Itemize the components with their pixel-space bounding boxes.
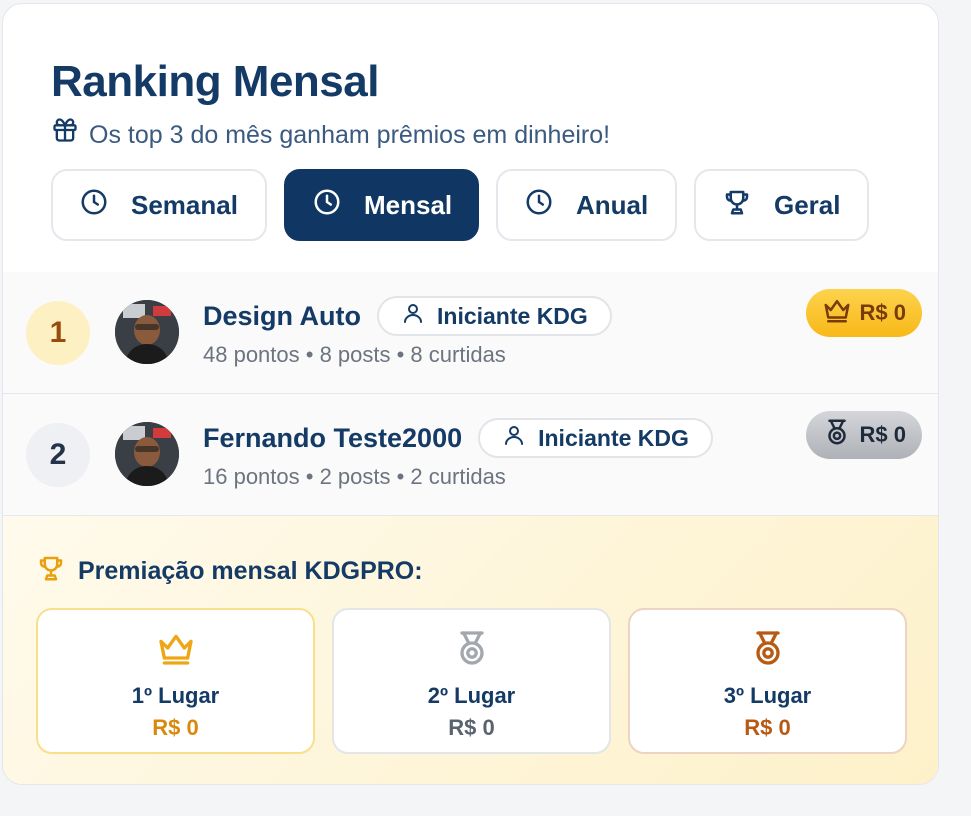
ranking-header: Ranking Mensal Os top 3 do mês ganham pr… <box>3 4 938 274</box>
tab-anual[interactable]: Anual <box>496 169 677 241</box>
level-label: Iniciante KDG <box>437 302 588 329</box>
user-stats: 16 pontos • 2 posts • 2 curtidas <box>203 464 506 489</box>
award-cards: 1º Lugar R$ 0 2º Lugar R$ 0 3º Lugar R$ … <box>36 608 938 754</box>
level-badge: Iniciante KDG <box>478 418 713 458</box>
user-name[interactable]: Fernando Teste2000 <box>203 423 462 454</box>
avatar[interactable] <box>115 422 179 486</box>
tab-label: Geral <box>774 189 841 220</box>
clock-icon <box>524 187 554 224</box>
tab-geral[interactable]: Geral <box>694 169 869 241</box>
award-second-place: 2º Lugar R$ 0 <box>332 608 611 754</box>
award-value: R$ 0 <box>448 715 495 740</box>
award-value: R$ 0 <box>152 715 199 740</box>
award-place: 2º Lugar <box>427 683 516 708</box>
avatar[interactable] <box>115 300 179 364</box>
prize-badge: R$ 0 <box>805 411 922 459</box>
medal-icon <box>452 628 492 673</box>
tab-label: Mensal <box>364 189 453 220</box>
name-line: Fernando Teste2000 Iniciante KDG <box>203 418 713 458</box>
tab-mensal[interactable]: Mensal <box>284 169 479 241</box>
awards-title: Premiação mensal KDGPRO: <box>36 553 938 590</box>
user-stats: 48 pontos • 8 posts • 8 curtidas <box>203 342 506 367</box>
trophy-icon <box>722 187 752 224</box>
award-first-place: 1º Lugar R$ 0 <box>36 608 315 754</box>
crown-icon <box>156 628 196 673</box>
clock-icon <box>312 187 342 224</box>
page-title: Ranking Mensal <box>51 57 379 106</box>
user-icon <box>401 301 425 331</box>
medal-icon <box>822 417 852 453</box>
prize-value: R$ 0 <box>859 300 906 325</box>
ranking-list: 1 Design Auto Iniciante KDG 48 pontos • … <box>3 272 938 516</box>
subtitle-text: Os top 3 do mês ganham prêmios em dinhei… <box>89 120 611 149</box>
crown-icon <box>822 295 852 331</box>
gift-icon <box>51 116 79 153</box>
award-value: R$ 0 <box>744 715 791 740</box>
medal-icon <box>748 628 788 673</box>
trophy-icon <box>36 553 66 590</box>
award-place: 3º Lugar <box>723 683 812 708</box>
user-icon <box>502 423 526 453</box>
subtitle: Os top 3 do mês ganham prêmios em dinhei… <box>51 116 938 153</box>
award-third-place: 3º Lugar R$ 0 <box>628 608 907 754</box>
award-place: 1º Lugar <box>131 683 220 708</box>
ranking-row[interactable]: 2 Fernando Teste2000 Iniciante KDG 16 po… <box>3 394 938 516</box>
level-badge: Iniciante KDG <box>377 296 612 336</box>
name-line: Design Auto Iniciante KDG <box>203 296 612 336</box>
monthly-awards: Premiação mensal KDGPRO: 1º Lugar R$ 0 2… <box>3 516 938 784</box>
prize-value: R$ 0 <box>859 422 906 447</box>
rank-number: 1 <box>26 301 90 365</box>
ranking-card: Ranking Mensal Os top 3 do mês ganham pr… <box>2 3 939 785</box>
tab-semanal[interactable]: Semanal <box>51 169 267 241</box>
tab-label: Anual <box>576 189 649 220</box>
prize-badge: R$ 0 <box>805 289 922 337</box>
clock-icon <box>79 187 109 224</box>
period-tabs: Semanal Mensal Anual Geral <box>51 169 938 241</box>
ranking-row[interactable]: 1 Design Auto Iniciante KDG 48 pontos • … <box>3 272 938 394</box>
awards-title-text: Premiação mensal KDGPRO: <box>78 557 423 585</box>
rank-number: 2 <box>26 423 90 487</box>
level-label: Iniciante KDG <box>538 424 689 451</box>
user-name[interactable]: Design Auto <box>203 301 361 332</box>
tab-label: Semanal <box>131 189 238 220</box>
